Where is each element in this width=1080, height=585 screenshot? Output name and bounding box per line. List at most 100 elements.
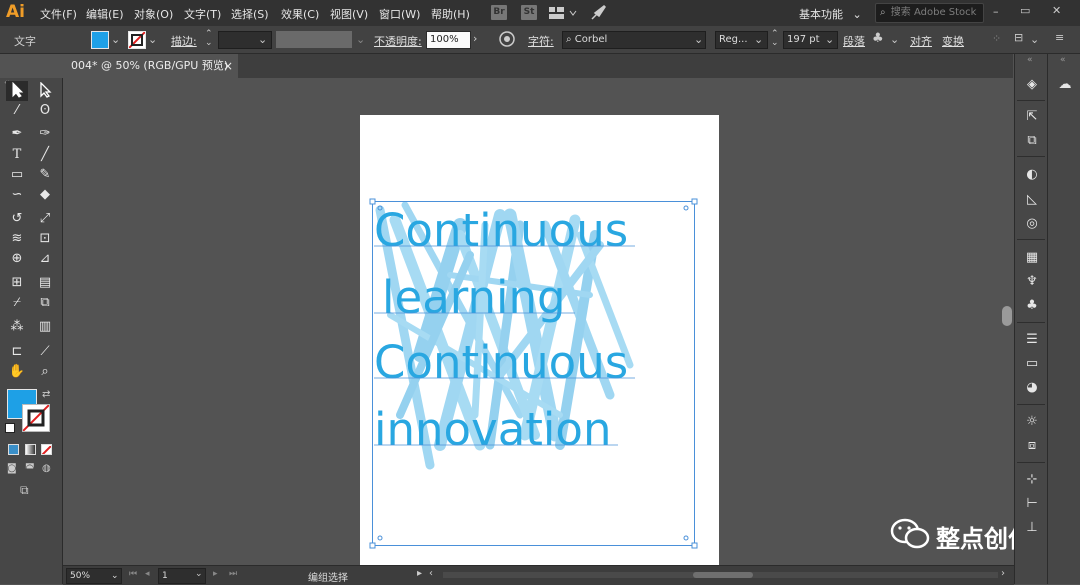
status-menu-icon[interactable]: ▸ bbox=[417, 568, 422, 579]
touch-type-icon[interactable]: ♣ bbox=[872, 31, 884, 46]
free-transform-tool-icon[interactable]: ⊡ bbox=[36, 230, 54, 248]
font-size-stepper[interactable]: ⌃ ⌄ bbox=[771, 30, 779, 48]
column-graph-tool-icon[interactable]: ▥ bbox=[36, 318, 54, 336]
vertical-scrollbar[interactable] bbox=[1000, 78, 1014, 565]
artboard-chevron-icon[interactable]: ⌄ bbox=[195, 569, 203, 579]
variable-width-profile[interactable] bbox=[276, 31, 352, 48]
screen-mode-icon[interactable]: ⧉ bbox=[20, 483, 29, 498]
collapse-libraries-icon[interactable]: « bbox=[1060, 55, 1066, 65]
eraser-tool-icon[interactable]: ◆ bbox=[36, 186, 54, 204]
menu-effect[interactable]: 效果(C) bbox=[281, 6, 319, 22]
horizontal-scroll-thumb[interactable] bbox=[693, 572, 753, 578]
rectangle-tool-icon[interactable]: ▭ bbox=[8, 166, 26, 184]
horizontal-scrollbar[interactable] bbox=[443, 572, 998, 578]
draw-inside-icon[interactable]: ◍ bbox=[42, 463, 51, 474]
artwork[interactable]: Continuous learning Continuous innovatio… bbox=[360, 115, 719, 565]
previous-artboard-icon[interactable]: ◂ bbox=[145, 569, 150, 579]
character-label[interactable]: 字符: bbox=[528, 33, 554, 49]
default-colors-icon[interactable] bbox=[5, 423, 15, 433]
font-style-chevron-icon[interactable]: ⌄ bbox=[754, 33, 763, 46]
stroke-weight-stepper[interactable]: ⌃ ⌄ bbox=[205, 30, 213, 48]
zoom-field[interactable]: 50% ⌄ bbox=[66, 568, 122, 584]
lasso-tool-icon[interactable]: ʘ bbox=[36, 102, 54, 120]
gpu-performance-icon[interactable] bbox=[590, 4, 608, 24]
menu-object[interactable]: 对象(O) bbox=[134, 6, 173, 22]
selection-tool-icon[interactable] bbox=[8, 81, 26, 100]
type-tool-icon[interactable]: T bbox=[8, 146, 26, 164]
stroke-color-swatch[interactable] bbox=[22, 404, 50, 432]
artboards-panel-icon[interactable]: ⧈ bbox=[1023, 437, 1041, 455]
blend-tool-icon[interactable]: ⧉ bbox=[36, 294, 54, 312]
mesh-tool-icon[interactable]: ⊞ bbox=[8, 274, 26, 292]
gradient-tool-icon[interactable]: ▤ bbox=[36, 274, 54, 292]
symbol-sprayer-tool-icon[interactable]: ⁂ bbox=[8, 318, 26, 336]
font-size-chevron-icon[interactable]: ⌄ bbox=[825, 33, 834, 46]
minimize-button[interactable]: – bbox=[993, 5, 999, 18]
perspective-grid-tool-icon[interactable]: ⊿ bbox=[36, 250, 54, 268]
curvature-tool-icon[interactable]: ✑ bbox=[36, 125, 54, 143]
menu-window[interactable]: 窗口(W) bbox=[379, 6, 420, 22]
next-artboard-icon[interactable]: ▸ bbox=[213, 569, 218, 579]
last-artboard-icon[interactable]: ⏭ bbox=[229, 569, 237, 579]
collapse-dock-icon[interactable]: « bbox=[1027, 55, 1033, 65]
gradient-mode-icon[interactable] bbox=[25, 444, 36, 455]
export-icon[interactable]: ⇱ bbox=[1023, 108, 1041, 126]
align-panel-icon[interactable]: ☰ bbox=[1023, 331, 1041, 349]
creative-cloud-libraries-icon[interactable]: ☁ bbox=[1056, 76, 1074, 94]
swap-colors-icon[interactable]: ⇄ bbox=[42, 389, 50, 400]
first-artboard-icon[interactable]: ⏮ bbox=[129, 569, 137, 579]
fill-dropdown-chevron-icon[interactable]: ⌄ bbox=[111, 33, 120, 46]
rotate-tool-icon[interactable]: ↺ bbox=[8, 210, 26, 228]
stroke-label[interactable]: 描边: bbox=[171, 33, 197, 49]
panel-menu-icon[interactable]: ≡ bbox=[1055, 31, 1064, 44]
stroke-dropdown-chevron-icon[interactable]: ⌄ bbox=[148, 33, 157, 46]
stock-icon[interactable]: St bbox=[521, 5, 537, 20]
stroke-weight-chevron-icon[interactable]: ⌄ bbox=[258, 33, 267, 46]
magic-wand-tool-icon[interactable]: ⁄ bbox=[8, 102, 26, 120]
draw-normal-icon[interactable]: ◙ bbox=[7, 463, 17, 474]
align-label[interactable]: 对齐 bbox=[910, 33, 932, 49]
scroll-left-icon[interactable]: ‹ bbox=[429, 568, 433, 579]
align-objects-icon[interactable]: ⊢ bbox=[1023, 495, 1041, 513]
stroke-swatch[interactable] bbox=[128, 31, 146, 49]
none-mode-icon[interactable] bbox=[41, 444, 52, 455]
brushes-icon[interactable]: ♆ bbox=[1023, 273, 1041, 291]
symbols-icon[interactable]: ♣ bbox=[1023, 297, 1041, 315]
color-guide-icon[interactable]: ◐ bbox=[1023, 166, 1041, 184]
opacity-arrow-icon[interactable]: › bbox=[473, 32, 477, 45]
eyedropper-tool-icon[interactable]: ⌿ bbox=[8, 294, 26, 312]
direct-selection-tool-icon[interactable] bbox=[36, 81, 54, 100]
artboard-tool-icon[interactable]: ⊏ bbox=[8, 343, 26, 361]
gradient-panel-icon[interactable]: ▭ bbox=[1023, 355, 1041, 373]
graphic-styles-icon[interactable]: ☼ bbox=[1023, 413, 1041, 431]
scroll-right-icon[interactable]: › bbox=[1001, 568, 1005, 579]
menu-type[interactable]: 文字(T) bbox=[184, 6, 221, 22]
menu-file[interactable]: 文件(F) bbox=[40, 6, 77, 22]
pathfinder-icon[interactable]: ⧉ bbox=[1023, 132, 1041, 150]
shaper-tool-icon[interactable]: ∽ bbox=[8, 186, 26, 204]
menu-view[interactable]: 视图(V) bbox=[330, 6, 368, 22]
swatches-icon[interactable]: ▦ bbox=[1023, 249, 1041, 267]
paintbrush-tool-icon[interactable]: ✎ bbox=[36, 166, 54, 184]
color-mode-icon[interactable] bbox=[8, 444, 19, 455]
slice-tool-icon[interactable]: ⟋ bbox=[36, 343, 54, 361]
pen-tool-icon[interactable]: ✒ bbox=[8, 125, 26, 143]
isolate-icon[interactable]: ⁘ bbox=[992, 32, 1001, 45]
stock-search-input[interactable]: ⌕ 搜索 Adobe Stock bbox=[875, 3, 984, 23]
document-setup-chevron-icon[interactable]: ⌄ bbox=[1030, 33, 1039, 46]
vertical-scroll-thumb[interactable] bbox=[1002, 306, 1012, 326]
zoom-tool-icon[interactable]: ⌕ bbox=[36, 363, 54, 381]
menu-edit[interactable]: 编辑(E) bbox=[86, 6, 124, 22]
opacity-label[interactable]: 不透明度: bbox=[374, 33, 422, 49]
recolor-artwork-icon[interactable] bbox=[499, 31, 515, 50]
menu-select[interactable]: 选择(S) bbox=[231, 6, 269, 22]
line-tool-icon[interactable]: ╱ bbox=[36, 146, 54, 164]
width-tool-icon[interactable]: ≋ bbox=[8, 230, 26, 248]
touch-type-chevron-icon[interactable]: ⌄ bbox=[890, 33, 899, 46]
restore-button[interactable]: ▭ bbox=[1020, 4, 1030, 17]
font-family-chevron-icon[interactable]: ⌄ bbox=[694, 33, 703, 46]
hand-tool-icon[interactable]: ✋ bbox=[8, 363, 26, 381]
transform-panel-icon[interactable]: ⊹ bbox=[1023, 471, 1041, 489]
bridge-icon[interactable]: Br bbox=[491, 5, 507, 20]
document-tab[interactable]: 004* @ 50% (RGB/GPU 预览) × bbox=[63, 54, 238, 78]
